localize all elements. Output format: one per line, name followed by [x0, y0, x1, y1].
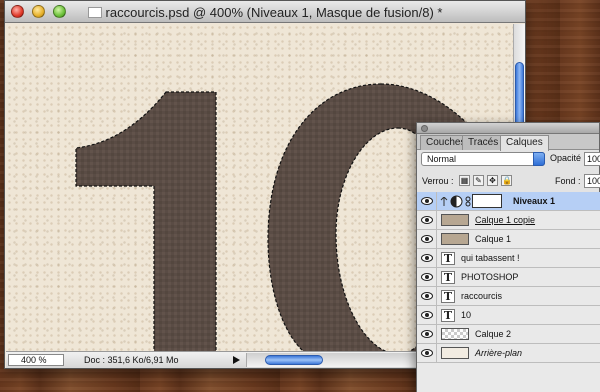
fill-label: Fond :	[555, 176, 581, 186]
layer-name: Niveaux 1	[513, 196, 556, 206]
text-layer-icon: T	[441, 309, 455, 322]
fill-field[interactable]: 100	[584, 174, 600, 188]
zoom-level-field[interactable]: 400 %	[8, 354, 64, 366]
layer-row[interactable]: Calque 1 copie	[417, 211, 600, 230]
eye-icon	[421, 311, 433, 319]
layer-row[interactable]: T PHOTOSHOP	[417, 268, 600, 287]
blend-mode-select[interactable]: Normal	[421, 152, 545, 166]
lock-pixels-brush-icon[interactable]: ✎	[473, 175, 484, 186]
blend-mode-value: Normal	[427, 154, 457, 164]
layer-thumbnail	[441, 233, 469, 245]
adjustment-layer-icon	[450, 195, 463, 208]
eye-icon	[421, 254, 433, 262]
eye-icon	[421, 330, 433, 338]
layer-mask-thumbnail[interactable]	[472, 194, 502, 208]
layer-visibility-toggle[interactable]	[417, 230, 437, 249]
layer-row[interactable]: Niveaux 1	[417, 192, 600, 211]
eye-icon	[421, 273, 433, 281]
opacity-field[interactable]: 100	[584, 152, 600, 166]
layer-thumbnail	[441, 347, 469, 359]
layer-visibility-toggle[interactable]	[417, 192, 437, 211]
layer-visibility-toggle[interactable]	[417, 211, 437, 230]
text-layer-icon: T	[441, 271, 455, 284]
eye-icon	[421, 292, 433, 300]
panel-close-button[interactable]	[421, 125, 428, 132]
layers-list: Niveaux 1 Calque 1 copie Calque 1 T qui …	[417, 192, 600, 392]
eye-icon	[421, 235, 433, 243]
layer-thumbnail	[441, 214, 469, 226]
layer-thumbnail	[441, 328, 469, 340]
layer-row[interactable]: T raccourcis	[417, 287, 600, 306]
panel-titlebar[interactable]	[417, 123, 599, 134]
layer-name: qui tabassent !	[461, 253, 520, 263]
layer-name: Arrière-plan	[475, 348, 523, 358]
horizontal-scroll-thumb[interactable]	[265, 355, 323, 365]
layer-visibility-toggle[interactable]	[417, 249, 437, 268]
layer-name: Calque 1	[475, 234, 512, 244]
mask-link-icon[interactable]	[465, 196, 471, 207]
layer-visibility-toggle[interactable]	[417, 287, 437, 306]
text-layer-icon: T	[441, 290, 455, 303]
text-layer-icon: T	[441, 252, 455, 265]
layer-name: 10	[461, 310, 472, 320]
layer-visibility-toggle[interactable]	[417, 325, 437, 344]
lock-all-padlock-icon[interactable]: 🔒	[501, 175, 512, 186]
document-titlebar[interactable]: raccourcis.psd @ 400% (Niveaux 1, Masque…	[5, 1, 525, 23]
layer-row[interactable]: T qui tabassent !	[417, 249, 600, 268]
layer-row[interactable]: Calque 1	[417, 230, 600, 249]
document-title-area: raccourcis.psd @ 400% (Niveaux 1, Masque…	[5, 5, 525, 20]
layer-row[interactable]: Arrière-plan	[417, 344, 600, 363]
blend-row: Normal Opacité : 100	[417, 151, 600, 171]
layer-row[interactable]: Calque 2	[417, 325, 600, 344]
eye-icon	[421, 197, 433, 205]
eye-icon	[421, 349, 433, 357]
document-title: raccourcis.psd @ 400% (Niveaux 1, Masque…	[105, 5, 443, 20]
layer-row[interactable]: T 10	[417, 306, 600, 325]
layers-panel: Couches Tracés Calques Normal Opacité : …	[416, 122, 600, 392]
tab-calques[interactable]: Calques	[500, 135, 549, 151]
link-chain-icon[interactable]	[440, 197, 448, 206]
blend-mode-dropdown-icon[interactable]	[533, 152, 545, 166]
lock-position-move-icon[interactable]: ✥	[487, 175, 498, 186]
document-proxy-icon[interactable]	[87, 7, 102, 18]
status-menu-arrow-icon[interactable]	[232, 355, 241, 365]
eye-icon	[421, 216, 433, 224]
lock-transparency-icon[interactable]: ▦	[459, 175, 470, 186]
layer-name: Calque 2	[475, 329, 512, 339]
panel-tabs: Couches Tracés Calques	[417, 134, 599, 151]
canvas-glyph-one	[75, 91, 217, 352]
layer-name: Calque 1 copie	[475, 215, 536, 225]
layer-visibility-toggle[interactable]	[417, 306, 437, 325]
layer-visibility-toggle[interactable]	[417, 268, 437, 287]
layer-name: PHOTOSHOP	[461, 272, 519, 282]
document-size-info: Doc : 351,6 Ko/6,91 Mo	[84, 355, 179, 365]
lock-label: Verrou :	[422, 176, 454, 186]
lock-row: Verrou : ▦ ✎ ✥ 🔒 Fond : 100	[417, 173, 600, 191]
layer-name: raccourcis	[461, 291, 503, 301]
layer-visibility-toggle[interactable]	[417, 344, 437, 363]
tab-traces[interactable]: Tracés	[462, 135, 505, 150]
opacity-label: Opacité :	[550, 153, 587, 163]
